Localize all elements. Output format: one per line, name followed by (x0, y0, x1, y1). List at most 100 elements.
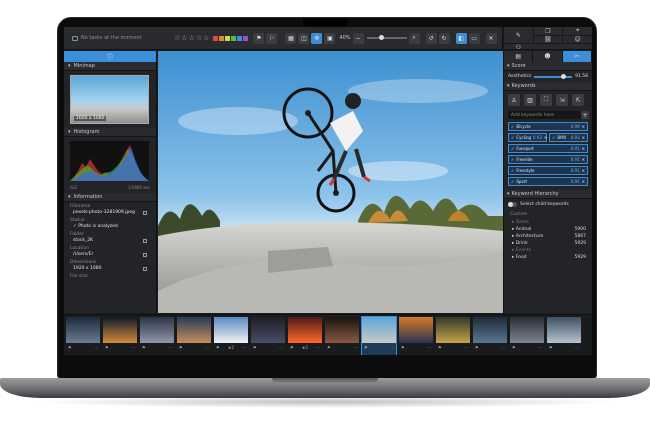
filmstrip-thumbnail[interactable]: ⚑ ⋯ (547, 317, 581, 355)
check-icon[interactable]: ✓ (511, 124, 514, 129)
flag-icon[interactable]: ⚑ (142, 345, 146, 350)
color-label-blue[interactable] (237, 35, 243, 41)
more-icon[interactable]: ⋯ (316, 345, 320, 350)
more-icon[interactable]: ⋯ (427, 345, 431, 350)
check-icon[interactable]: ✓ (511, 146, 514, 151)
rating-stars[interactable]: ☆ ☆ ☆ ☆ ☆ (174, 34, 209, 42)
more-icon[interactable]: ⋯ (279, 345, 283, 350)
filmstrip-thumbnail[interactable]: ⚑ ⋯ (66, 317, 100, 355)
location-icon[interactable]: ⌖ (562, 27, 592, 36)
keyword-input[interactable]: Add keywords here + (508, 111, 589, 119)
flag-icon[interactable]: ⚑ (68, 345, 72, 350)
section-keywords[interactable]: Keywords (504, 82, 592, 91)
more-icon[interactable]: ⋯ (131, 345, 135, 350)
flag-icon[interactable]: ⚑ (253, 345, 257, 350)
rotate-left-icon[interactable]: ↺ (425, 32, 437, 44)
rotate-right-icon[interactable]: ↻ (438, 32, 450, 44)
layers-icon[interactable]: ❒ (532, 27, 563, 36)
color-label-orange[interactable] (219, 35, 225, 41)
open-folder-icon[interactable] (143, 238, 147, 243)
crop-icon[interactable] (143, 266, 147, 271)
more-icon[interactable]: ⋯ (353, 345, 357, 350)
tab-tools[interactable]: ✂ (562, 51, 592, 62)
tree-item[interactable]: ▸ Events (504, 247, 592, 254)
check-icon[interactable]: ✓ (511, 135, 514, 140)
filmstrip-thumbnail[interactable]: ⚑ ⋯ (140, 317, 174, 355)
check-icon[interactable]: ✓ (511, 168, 514, 173)
more-icon[interactable]: ⋯ (168, 345, 172, 350)
color-labels[interactable] (213, 35, 249, 41)
color-label-purple[interactable] (243, 35, 249, 41)
keyword-chip[interactable]: ✓ Freeride 0.91 ✕ (508, 155, 588, 164)
tree-item[interactable]: ▸ Dates (504, 219, 592, 226)
flag-icon[interactable]: ⚑ (105, 345, 109, 350)
filmstrip-thumbnail[interactable]: ⚑ ⋯ (510, 317, 544, 355)
tree-item[interactable]: ▸ Animal 5900 (504, 226, 592, 233)
thumbnail-image[interactable] (399, 317, 433, 343)
keyword-chip[interactable]: ✓ BMX 0.93 ✕ (549, 133, 588, 142)
thumbnail-image[interactable] (140, 317, 174, 343)
more-icon[interactable]: ⋯ (242, 345, 246, 350)
remove-keyword-icon[interactable]: ✕ (582, 168, 585, 173)
check-icon[interactable]: ✓ (511, 179, 514, 184)
more-icon[interactable]: ⋯ (390, 345, 394, 350)
fullscreen-view-icon[interactable]: ✥ (311, 32, 323, 44)
flag-icon[interactable]: ⚑ (401, 345, 405, 350)
filmstrip-thumbnail[interactable]: ⚑ ⋯ (103, 317, 137, 355)
keyword-chip[interactable]: ✓ Sport 0.91 ✕ (508, 177, 588, 186)
remove-keyword-icon[interactable]: ✕ (582, 179, 585, 184)
expand-keyword-icon[interactable]: ⛶ (540, 94, 552, 106)
thumbnail-image[interactable] (177, 317, 211, 343)
more-icon[interactable]: ⋯ (575, 345, 579, 350)
flag-icon[interactable]: ⚑ (327, 345, 331, 350)
section-histogram[interactable]: Histogram (64, 128, 156, 137)
close-icon[interactable]: ✕ (485, 32, 497, 44)
keyword-chip[interactable]: ✓ Freestyle 0.91 ✕ (508, 166, 588, 175)
star-icon[interactable]: ☆ (181, 34, 187, 42)
color-label-red[interactable] (213, 35, 219, 41)
check-icon[interactable]: ✓ (511, 157, 514, 162)
filmstrip-thumbnail[interactable]: ⚑ ⋯ (177, 317, 211, 355)
remove-keyword-icon[interactable]: ✕ (544, 135, 547, 140)
filmstrip-thumbnail[interactable]: ⚑ ⋯ (251, 317, 285, 355)
import-keyword-icon[interactable]: ⇲ (556, 94, 568, 106)
zoom-in-icon[interactable]: ⌕ (408, 32, 420, 44)
flag-icon[interactable]: ⚑ (253, 32, 265, 44)
thumbnail-image[interactable] (510, 317, 544, 343)
filmstrip-thumbnail[interactable]: ⚑ ⋯ (436, 317, 470, 355)
flag-icon[interactable]: ⚑ (216, 345, 220, 350)
section-information[interactable]: Information (64, 193, 156, 202)
loupe-view-icon[interactable]: ▣ (324, 32, 336, 44)
thumbnail-image[interactable] (436, 317, 470, 343)
face-icon[interactable]: ☺ (562, 36, 592, 44)
tab-person[interactable]: ☻ (533, 51, 563, 62)
check-icon[interactable]: ✓ (552, 135, 555, 140)
star-icon[interactable]: ☆ (196, 34, 202, 42)
frame-keyword-icon[interactable]: ▥ (524, 94, 536, 106)
tree-item[interactable]: ▸ Drink 5929 (504, 240, 592, 247)
split-view-icon[interactable]: ▭ (468, 32, 480, 44)
person-keyword-icon[interactable]: ♙ (508, 94, 520, 106)
thumbnail-image[interactable] (473, 317, 507, 343)
section-minimap[interactable]: Minimap (64, 62, 156, 71)
filmstrip-thumbnail[interactable]: ⚑ ★2 ⋯ (214, 317, 248, 355)
panel-toggle-icon[interactable]: ◧ (455, 32, 467, 44)
copy-icon[interactable] (143, 210, 147, 215)
flag-icon[interactable]: ⚑ (549, 345, 553, 350)
thumbnail-image[interactable] (547, 317, 581, 343)
zoom-slider[interactable] (366, 35, 407, 40)
thumbnail-image[interactable] (214, 317, 248, 343)
main-photo-viewer[interactable] (158, 51, 503, 313)
thumbnail-image[interactable] (362, 317, 396, 343)
remove-keyword-icon[interactable]: ✕ (582, 135, 585, 140)
compare-view-icon[interactable]: ◫ (298, 32, 310, 44)
reject-flag-icon[interactable]: ⚐ (266, 32, 278, 44)
keyword-chip[interactable]: ✓ Bicycle 0.99 ✕ (508, 122, 588, 131)
color-label-yellow[interactable] (225, 35, 231, 41)
more-icon[interactable]: ⋯ (464, 345, 468, 350)
export-keyword-icon[interactable]: ⇱ (572, 94, 584, 106)
star-icon[interactable]: ☆ (174, 34, 180, 42)
section-score[interactable]: Score (504, 62, 592, 71)
flag-icon[interactable]: ⚑ (438, 345, 442, 350)
remove-keyword-icon[interactable]: ✕ (582, 157, 585, 162)
